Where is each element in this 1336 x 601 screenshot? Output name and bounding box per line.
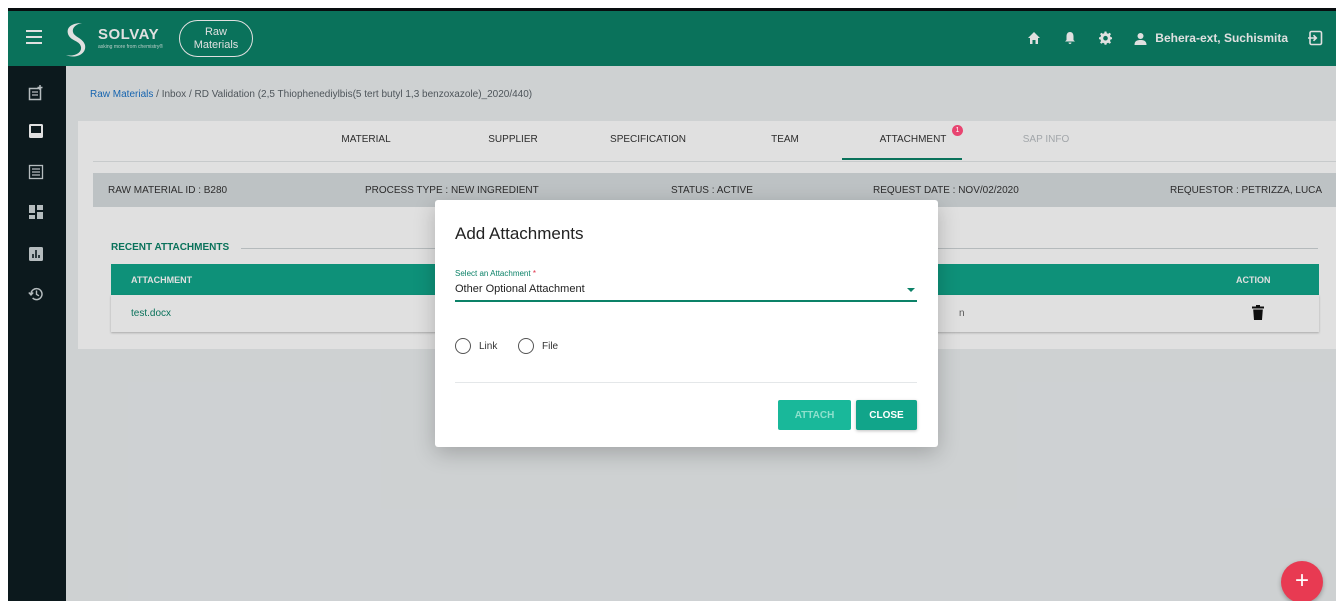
attachment-type-select[interactable]: Other Optional Attachment [455, 283, 585, 295]
select-attachment-label: Select an Attachment * [455, 269, 536, 278]
dropdown-arrow-icon[interactable] [907, 288, 915, 292]
app-frame: SOLVAY asking more from chemistry® Raw M… [8, 8, 1336, 601]
select-underline [455, 300, 917, 302]
radio-file[interactable]: File [518, 338, 558, 354]
radio-circle-icon[interactable] [455, 338, 471, 354]
radio-link[interactable]: Link [455, 338, 497, 354]
dialog-title: Add Attachments [455, 224, 584, 243]
radio-circle-icon[interactable] [518, 338, 534, 354]
add-fab-button[interactable]: + [1281, 561, 1323, 601]
radio-link-label: Link [479, 340, 498, 352]
select-label-text: Select an Attachment [455, 269, 531, 278]
radio-file-label: File [542, 340, 559, 352]
add-attachments-dialog: Add Attachments Select an Attachment * O… [435, 200, 938, 447]
dialog-divider [455, 382, 917, 383]
required-mark: * [532, 269, 536, 278]
attach-button[interactable]: ATTACH [778, 400, 851, 430]
attachment-count-badge: 1 [952, 125, 963, 136]
close-button[interactable]: CLOSE [856, 400, 917, 430]
